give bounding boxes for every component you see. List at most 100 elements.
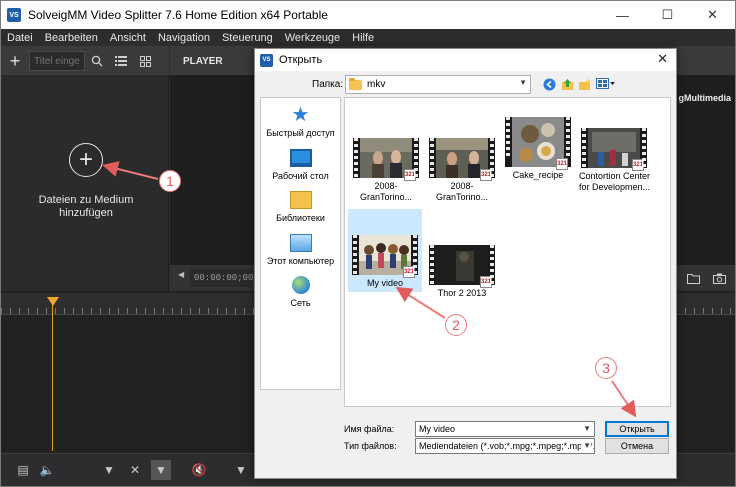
window-controls: — ☐ ✕ <box>600 1 735 29</box>
look-in-select[interactable]: mkv ▼ <box>345 75 531 94</box>
up-folder-icon[interactable] <box>560 77 574 91</box>
chevron-down-icon: ▼ <box>519 78 527 87</box>
volume-icon[interactable]: 🔈 <box>37 460 57 480</box>
format-badge: 321 <box>556 158 568 170</box>
title-bar: VS SolveigMM Video Splitter 7.6 Home Edi… <box>1 1 735 29</box>
format-badge: 321 <box>403 266 415 278</box>
look-in-value: mkv <box>367 79 386 90</box>
file-item[interactable]: 321 2008-GranTorino... <box>425 138 499 203</box>
filter-icon[interactable]: ▼ <box>99 460 119 480</box>
file-item[interactable]: 321 Thor 2 2013 <box>425 245 499 299</box>
place-quick-access[interactable]: ★ Быстрый доступ <box>261 104 340 138</box>
film-strip-icon[interactable]: ▤ <box>13 460 33 480</box>
file-list: 321 2008-GranTorino... 321 2008-GranTori… <box>344 97 671 407</box>
menu-bar: Datei Bearbeiten Ansicht Navigation Steu… <box>1 29 735 47</box>
place-label: Этот компьютер <box>266 256 335 266</box>
video-thumbnail: 321 <box>505 117 571 170</box>
add-icon[interactable]: + <box>1 47 29 75</box>
search-icon[interactable] <box>85 49 109 73</box>
back-icon[interactable] <box>542 77 556 91</box>
desktop-icon <box>289 149 312 167</box>
cancel-button[interactable]: Отмена <box>605 438 669 454</box>
filename-field[interactable]: My video ▼ <box>415 421 595 437</box>
app-logo-icon: VS <box>7 8 21 22</box>
add-media-button[interactable]: + <box>69 143 103 177</box>
menu-datei[interactable]: Datei <box>1 29 39 47</box>
look-in-label: Папка: <box>312 79 344 90</box>
step-back-icon[interactable]: ◀ <box>178 270 184 279</box>
filename-label: Имя файла: <box>344 424 395 434</box>
file-item-selected[interactable]: 321 My video <box>348 209 422 292</box>
menu-bearbeiten[interactable]: Bearbeiten <box>39 29 104 47</box>
network-icon <box>291 276 310 294</box>
time-display: 00:00:00;00 <box>190 269 253 287</box>
annotation-1: 1 <box>159 170 181 192</box>
menu-steuerung[interactable]: Steuerung <box>216 29 279 47</box>
brand-label: gMultimedia <box>678 93 731 103</box>
close-button[interactable]: ✕ <box>690 1 735 29</box>
minimize-button[interactable]: — <box>600 1 645 29</box>
place-network[interactable]: Сеть <box>261 276 340 308</box>
star-icon: ★ <box>291 104 310 126</box>
menu-ansicht[interactable]: Ansicht <box>104 29 152 47</box>
filename-value: My video <box>419 424 456 434</box>
menu-navigation[interactable]: Navigation <box>152 29 216 47</box>
format-badge: 321 <box>480 276 492 288</box>
filter-off-icon[interactable]: ✕ <box>125 460 145 480</box>
dropdown-icon[interactable]: ▼ <box>231 460 251 480</box>
maximize-button[interactable]: ☐ <box>645 1 690 29</box>
filetype-label: Тип файлов: <box>344 441 397 451</box>
video-thumbnail: 321 <box>429 138 495 181</box>
list-view-icon[interactable] <box>109 49 133 73</box>
filetype-select[interactable]: Mediendateien (*.vob;*.mpg;*.mpeg;*.mpv;… <box>415 438 595 454</box>
app-window: VS SolveigMM Video Splitter 7.6 Home Edi… <box>0 0 736 487</box>
menu-werkzeuge[interactable]: Werkzeuge <box>279 29 346 47</box>
filetype-value: Mediendateien (*.vob;*.mpg;*.mpeg;*.mpv;… <box>419 441 595 451</box>
look-in-row: Папка: mkv ▼ <box>255 73 676 95</box>
video-thumbnail: 321 <box>581 128 647 171</box>
menu-hilfe[interactable]: Hilfe <box>346 29 380 47</box>
video-thumbnail: 321 <box>429 245 495 288</box>
media-toolbar: + <box>1 47 169 75</box>
player-label: PLAYER <box>183 55 223 67</box>
annotation-3: 3 <box>595 357 617 379</box>
places-bar: ★ Быстрый доступ Рабочий стол Библиотеки… <box>260 97 341 390</box>
file-item[interactable]: 321 Contortion Center for Developmen... <box>577 128 651 193</box>
place-this-pc[interactable]: Этот компьютер <box>261 234 340 266</box>
format-badge: 321 <box>632 159 644 171</box>
mute-icon[interactable]: 🔇 <box>189 460 209 480</box>
window-title: SolveigMM Video Splitter 7.6 Home Editio… <box>28 8 328 22</box>
file-item[interactable]: 321 Cake_recipe <box>501 117 575 181</box>
grid-view-icon[interactable] <box>133 49 157 73</box>
chevron-down-icon[interactable]: ▼ <box>581 439 591 453</box>
view-menu-icon[interactable] <box>595 77 617 91</box>
format-badge: 321 <box>404 169 416 181</box>
file-item[interactable]: 321 2008-GranTorino... <box>349 138 423 203</box>
place-label: Библиотеки <box>276 213 325 223</box>
media-panel: + + Dateien zu Medium hinzufügen <box>1 47 169 291</box>
search-input[interactable] <box>29 51 85 71</box>
file-name: 2008-GranTorino... <box>359 181 413 202</box>
dialog-title: Открыть <box>279 54 323 66</box>
dialog-app-icon: VS <box>260 53 273 67</box>
chevron-down-icon[interactable]: ▼ <box>583 422 591 436</box>
new-folder-icon[interactable] <box>577 77 591 91</box>
filter-active-icon[interactable]: ▼ <box>151 460 171 480</box>
annotation-2: 2 <box>445 314 467 336</box>
file-name: My video <box>366 278 403 288</box>
snapshot-icon[interactable] <box>710 269 728 287</box>
add-media-label: Dateien zu Medium hinzufügen <box>38 194 134 219</box>
format-badge: 321 <box>480 169 492 181</box>
file-name: Cake_recipe <box>512 170 564 180</box>
open-button[interactable]: Открыть <box>605 421 669 437</box>
playhead-marker[interactable] <box>47 297 59 306</box>
folder-icon <box>349 77 362 90</box>
place-label: Сеть <box>290 298 311 308</box>
folder-icon[interactable] <box>684 269 702 287</box>
place-libraries[interactable]: Библиотеки <box>261 191 340 223</box>
place-desktop[interactable]: Рабочий стол <box>261 149 340 181</box>
dialog-close-icon[interactable]: ✕ <box>657 51 668 67</box>
video-thumbnail: 321 <box>353 138 419 181</box>
computer-icon <box>289 234 312 252</box>
file-name: Thor 2 2013 <box>437 288 487 298</box>
